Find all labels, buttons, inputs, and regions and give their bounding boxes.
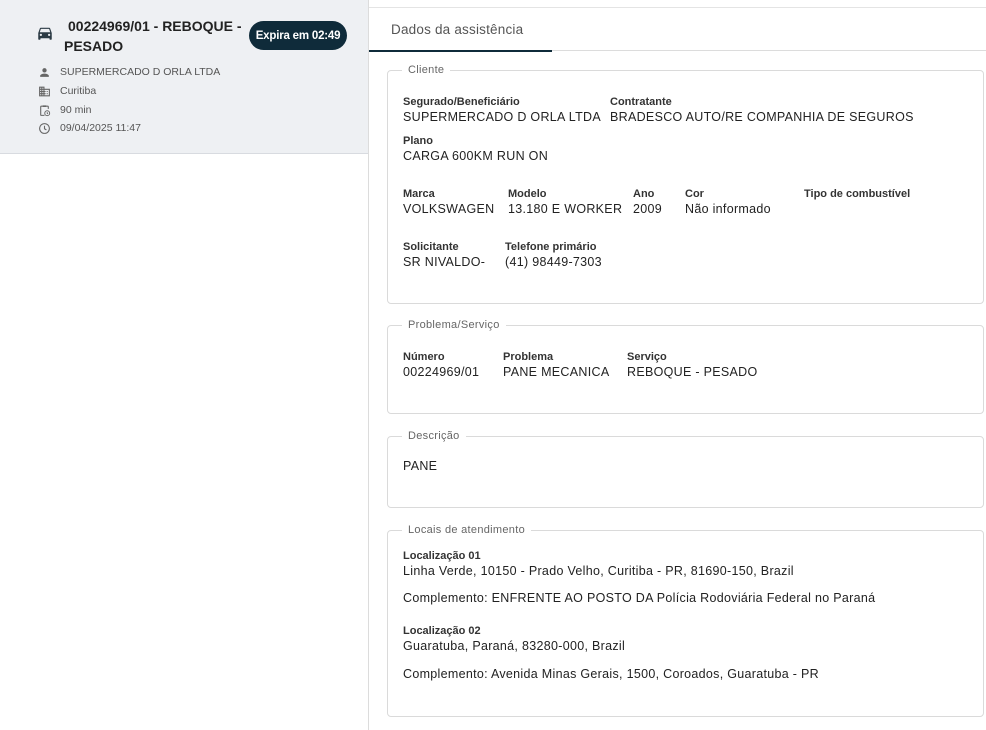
servico-value: REBOQUE - PESADO — [627, 365, 758, 379]
localizacao-01-field: Localização 01 Linha Verde, 10150 - Prad… — [403, 549, 794, 579]
descricao-text: PANE — [403, 459, 438, 473]
contratante-field: Contratante BRADESCO AUTO/RE COMPANHIA D… — [610, 95, 914, 125]
localizacao-02-complemento: Complemento: Avenida Minas Gerais, 1500,… — [403, 667, 820, 681]
descricao-legend: Descrição — [408, 430, 460, 442]
solicitante-value: SR NIVALDO- — [403, 255, 486, 269]
assistance-details-panel: Dados da assistência Cliente Segurado/Be… — [369, 0, 986, 730]
ano-label: Ano — [633, 188, 655, 200]
servico-label: Serviço — [627, 351, 667, 363]
card-datetime: 09/04/2025 11:47 — [60, 122, 141, 134]
contratante-label: Contratante — [610, 96, 672, 108]
card-datetime-row: 09/04/2025 11:47 — [37, 120, 141, 136]
servico-field: Serviço REBOQUE - PESADO — [627, 350, 758, 380]
locais-legend: Locais de atendimento — [408, 524, 525, 536]
localizacao-01-value: Linha Verde, 10150 - Prado Velho, Curiti… — [403, 564, 794, 578]
problema-legend: Problema/Serviço — [408, 319, 500, 331]
cor-field: Cor Não informado — [685, 187, 771, 217]
plano-value: CARGA 600KM RUN ON — [403, 149, 549, 163]
combustivel-label: Tipo de combustível — [804, 188, 911, 200]
localizacao-02-value: Guaratuba, Paraná, 83280-000, Brazil — [403, 639, 626, 653]
numero-label: Número — [403, 351, 445, 363]
problema-value: PANE MECANICA — [503, 365, 610, 379]
tab-dados-assistencia[interactable]: Dados da assistência — [369, 8, 552, 52]
localizacao-01-label: Localização 01 — [403, 550, 481, 562]
solicitante-field: Solicitante SR NIVALDO- — [403, 240, 485, 270]
modelo-value: 13.180 E WORKER — [508, 202, 623, 216]
segurado-field: Segurado/Beneficiário SUPERMERCADO D ORL… — [403, 95, 601, 125]
card-title-line2: PESADO — [64, 38, 124, 54]
card-duration-row: 90 min — [37, 102, 92, 118]
card-city: Curitiba — [60, 85, 97, 97]
telefone-label: Telefone primário — [505, 241, 597, 253]
card-client-row: SUPERMERCADO D ORLA LTDA — [37, 64, 220, 80]
modelo-field: Modelo 13.180 E WORKER — [508, 187, 622, 217]
segurado-label: Segurado/Beneficiário — [403, 96, 520, 108]
telefone-value: (41) 98449-7303 — [505, 255, 602, 269]
descricao-section: Descrição — [387, 430, 984, 508]
card-title-line1: 00224969/01 - REBOQUE - — [68, 18, 242, 34]
segurado-value: SUPERMERCADO D ORLA LTDA — [403, 110, 601, 124]
person-icon — [37, 65, 51, 79]
numero-value: 00224969/01 — [403, 365, 480, 379]
card-duration: 90 min — [60, 104, 92, 116]
clipboard-clock-icon — [37, 103, 51, 117]
ano-value: 2009 — [633, 202, 663, 216]
cor-label: Cor — [685, 188, 704, 200]
tab-label: Dados da assistência — [391, 22, 524, 37]
problema-field: Problema PANE MECANICA — [503, 350, 609, 380]
cliente-legend: Cliente — [408, 64, 445, 76]
assistance-card[interactable]: 00224969/01 - REBOQUE - PESADO Expira em… — [0, 0, 368, 154]
marca-value: VOLKSWAGEN — [403, 202, 495, 216]
ano-field: Ano 2009 — [633, 187, 662, 217]
combustivel-field: Tipo de combustível — [804, 187, 910, 201]
localizacao-02-label: Localização 02 — [403, 625, 481, 637]
card-city-row: Curitiba — [37, 83, 96, 99]
expiration-badge: Expira em 02:49 — [249, 21, 347, 50]
car-icon — [38, 27, 52, 40]
marca-label: Marca — [403, 188, 435, 200]
telefone-field: Telefone primário (41) 98449-7303 — [505, 240, 602, 270]
card-client: SUPERMERCADO D ORLA LTDA — [60, 66, 221, 78]
card-title: 00224969/01 - REBOQUE - PESADO — [64, 16, 244, 56]
clock-icon — [37, 121, 51, 135]
solicitante-label: Solicitante — [403, 241, 459, 253]
tab-active-indicator — [369, 50, 552, 52]
plano-field: Plano CARGA 600KM RUN ON — [403, 134, 548, 164]
localizacao-01-complemento: Complemento: ENFRENTE AO POSTO DA Políci… — [403, 591, 876, 605]
localizacao-02-field: Localização 02 Guaratuba, Paraná, 83280-… — [403, 624, 625, 654]
modelo-label: Modelo — [508, 188, 547, 200]
plano-label: Plano — [403, 135, 433, 147]
assistance-list-panel: 00224969/01 - REBOQUE - PESADO Expira em… — [0, 0, 369, 730]
contratante-value: BRADESCO AUTO/RE COMPANHIA DE SEGUROS — [610, 110, 914, 124]
marca-field: Marca VOLKSWAGEN — [403, 187, 494, 217]
problema-label: Problema — [503, 351, 554, 363]
building-icon — [37, 84, 51, 98]
cor-value: Não informado — [685, 202, 771, 216]
numero-field: Número 00224969/01 — [403, 350, 479, 380]
tab-bar: Dados da assistência — [369, 8, 986, 52]
